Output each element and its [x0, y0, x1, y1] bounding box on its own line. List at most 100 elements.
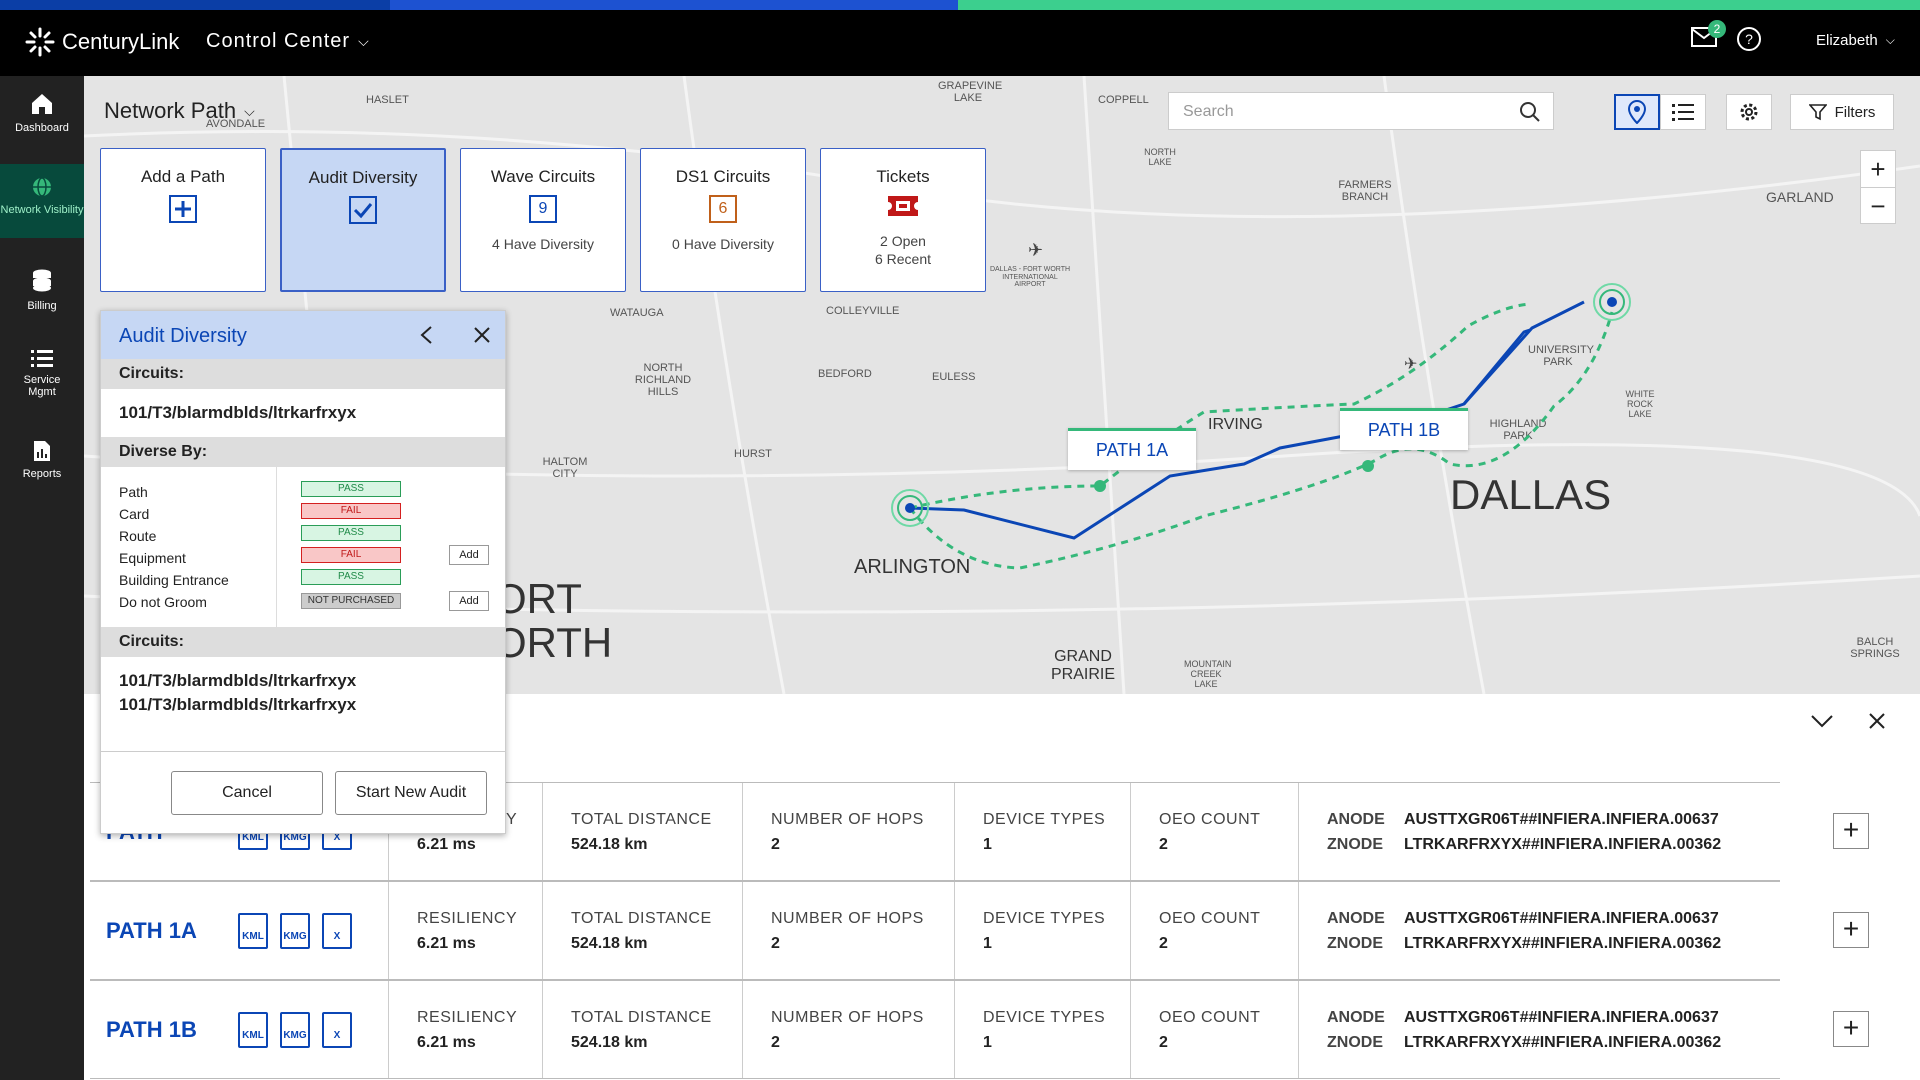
- check-name: Equipment: [119, 550, 186, 566]
- chevron-down-icon: ⌵: [1885, 33, 1895, 47]
- table-row[interactable]: PATH 1A KML KMG X RESILIENCY 6.21 ms TOTAL DIS…: [90, 881, 1780, 980]
- status-badge: FAIL: [301, 503, 401, 519]
- sidebar-item-reports[interactable]: Reports: [0, 440, 84, 510]
- tile-title: Add a Path: [140, 167, 226, 186]
- file-icon-x[interactable]: X: [322, 912, 352, 949]
- distance-cell: TOTAL DISTANCE 524.18 km: [542, 882, 742, 979]
- file-downloads: KML KMG X: [224, 1011, 388, 1048]
- filters-button[interactable]: Filters: [1790, 94, 1894, 130]
- zoom-out-button[interactable]: −: [1861, 188, 1895, 224]
- list-view-button[interactable]: [1660, 94, 1706, 130]
- list-icon: [31, 350, 53, 367]
- tickets-recent: 6 Recent: [874, 251, 932, 268]
- cell-label: ZNODE: [1327, 1033, 1383, 1051]
- chevron-down-icon: ⌵: [358, 33, 370, 49]
- help-button[interactable]: ?: [1736, 26, 1762, 52]
- cell-value: 6.21 ms: [417, 1033, 476, 1051]
- sidebar-item-billing[interactable]: Billing: [0, 268, 84, 338]
- cell-value: 1: [983, 934, 992, 952]
- close-icon[interactable]: [1868, 712, 1886, 730]
- file-icon-kmg[interactable]: KMG: [280, 912, 310, 949]
- cell-label: ANODE: [1327, 909, 1385, 927]
- check-name: Building Entrance: [119, 572, 229, 588]
- status-badge: NOT PURCHASED: [301, 593, 401, 609]
- table-row[interactable]: PATH 1B KML KMG X RESILIENCY 6.21 ms TOTAL DIS…: [90, 980, 1780, 1079]
- audit-title: Audit Diversity: [119, 325, 247, 347]
- node-labels-cell: ANODE ZNODE: [1298, 882, 1394, 979]
- svg-text:?: ?: [1745, 31, 1753, 47]
- globe-icon: [33, 177, 51, 197]
- diverse-by-label: Diverse By:: [101, 437, 505, 467]
- expand-row-button[interactable]: +: [1833, 1011, 1869, 1047]
- file-icon-kml[interactable]: KML: [238, 1011, 268, 1048]
- back-icon[interactable]: [419, 325, 433, 345]
- audit-diversity-tile[interactable]: Audit Diversity: [280, 148, 446, 292]
- page-title: Network Path: [104, 98, 237, 123]
- file-icon-kmg[interactable]: KMG: [280, 1011, 310, 1048]
- resiliency-cell: RESILIENCY 6.21 ms: [388, 882, 542, 979]
- cell-value: 2: [1159, 835, 1168, 853]
- sidebar-item-dashboard[interactable]: Dashboard: [0, 92, 84, 162]
- node-values-cell: AUSTTXGR06T##INFIERA.INFIERA.00637 LTRKAR…: [1394, 783, 1756, 880]
- add-no-groom-button[interactable]: Add: [449, 591, 489, 611]
- tickets-tile[interactable]: Tickets 2 Open 6 Recent: [820, 148, 986, 292]
- diversity-checks: Path Card Route Equipment Building Entra…: [101, 467, 505, 627]
- mail-button[interactable]: 2: [1690, 20, 1726, 48]
- start-new-audit-button[interactable]: Start New Audit: [335, 771, 487, 815]
- check-name: Route: [119, 528, 157, 544]
- zoom-in-button[interactable]: +: [1861, 151, 1895, 188]
- node-labels-cell: ANODE ZNODE: [1298, 783, 1394, 880]
- map-title-selector[interactable]: Network Path ⌵: [104, 98, 255, 124]
- wave-circuits-tile[interactable]: Wave Circuits 9 4 Have Diversity: [460, 148, 626, 292]
- burst-icon: [25, 27, 55, 57]
- cancel-button[interactable]: Cancel: [171, 771, 323, 815]
- path-name[interactable]: PATH 1B: [90, 1017, 224, 1043]
- search-icon[interactable]: [1519, 101, 1541, 123]
- brand-logo[interactable]: CenturyLink: [24, 26, 179, 58]
- tile-title: Audit Diversity: [308, 168, 418, 187]
- add-equipment-button[interactable]: Add: [449, 545, 489, 565]
- cell-value: 6.21 ms: [417, 835, 476, 853]
- node-values-cell: AUSTTXGR06T##INFIERA.INFIERA.00637 LTRKAR…: [1394, 882, 1756, 979]
- sidebar-item-service-mgmt[interactable]: Service Mgmt: [0, 348, 84, 428]
- collapse-icon[interactable]: [1810, 714, 1834, 728]
- tickets-open: 2 Open: [880, 233, 926, 249]
- znode-value: LTRKARFRXYX##INFIERA.INFIERA.00362: [1404, 1033, 1722, 1051]
- app-selector[interactable]: Control Center ⌵: [206, 30, 370, 53]
- expand-row-button[interactable]: +: [1833, 912, 1869, 948]
- cell-label: TOTAL DISTANCE: [571, 1008, 712, 1026]
- cell-label: NUMBER OF HOPS: [771, 1008, 924, 1026]
- user-menu[interactable]: Elizabeth ⌵: [1816, 32, 1895, 49]
- cell-label: OEO COUNT: [1159, 909, 1261, 927]
- zoom-control: + −: [1860, 150, 1896, 224]
- close-icon[interactable]: [473, 326, 491, 344]
- circuit-id: 101/T3/blarmdblds/ltrkarfrxyx: [119, 403, 357, 422]
- ds1-circuits-tile[interactable]: DS1 Circuits 6 0 Have Diversity: [640, 148, 806, 292]
- ds1-circuits-count: 6: [709, 195, 737, 223]
- tile-title: Tickets: [876, 167, 930, 186]
- file-icon-x[interactable]: X: [322, 1011, 352, 1048]
- anode-value: AUSTTXGR06T##INFIERA.INFIERA.00637: [1404, 1008, 1719, 1026]
- plus-box-icon: [169, 195, 197, 223]
- cell-label: RESILIENCY: [417, 1008, 518, 1026]
- expand-row-button[interactable]: +: [1833, 813, 1869, 849]
- path-1a-callout[interactable]: PATH 1A: [1068, 428, 1196, 470]
- sidebar-item-label: Service Mgmt: [23, 374, 61, 398]
- search-input[interactable]: Search: [1168, 92, 1554, 130]
- cell-value: 524.18 km: [571, 934, 648, 952]
- sidebar-item-label: Billing: [27, 300, 57, 312]
- path-1b-callout[interactable]: PATH 1B: [1340, 408, 1468, 450]
- map-view-button[interactable]: [1614, 94, 1660, 130]
- distance-cell: TOTAL DISTANCE 524.18 km: [542, 981, 742, 1078]
- cell-label: DEVICE TYPES: [983, 1008, 1106, 1026]
- settings-button[interactable]: [1726, 94, 1772, 130]
- add-path-tile[interactable]: Add a Path: [100, 148, 266, 292]
- sidebar-item-network-visibility[interactable]: Network Visibility: [0, 164, 84, 238]
- sidebar-item-label: Network Visibility: [0, 204, 84, 216]
- status-badge: PASS: [301, 481, 401, 497]
- path-name[interactable]: PATH 1A: [90, 918, 224, 944]
- file-icon-kml[interactable]: KML: [238, 912, 268, 949]
- tile-subtitle: 4 Have Diversity: [492, 236, 594, 252]
- cell-label: OEO COUNT: [1159, 1008, 1261, 1026]
- report-icon: [34, 441, 50, 461]
